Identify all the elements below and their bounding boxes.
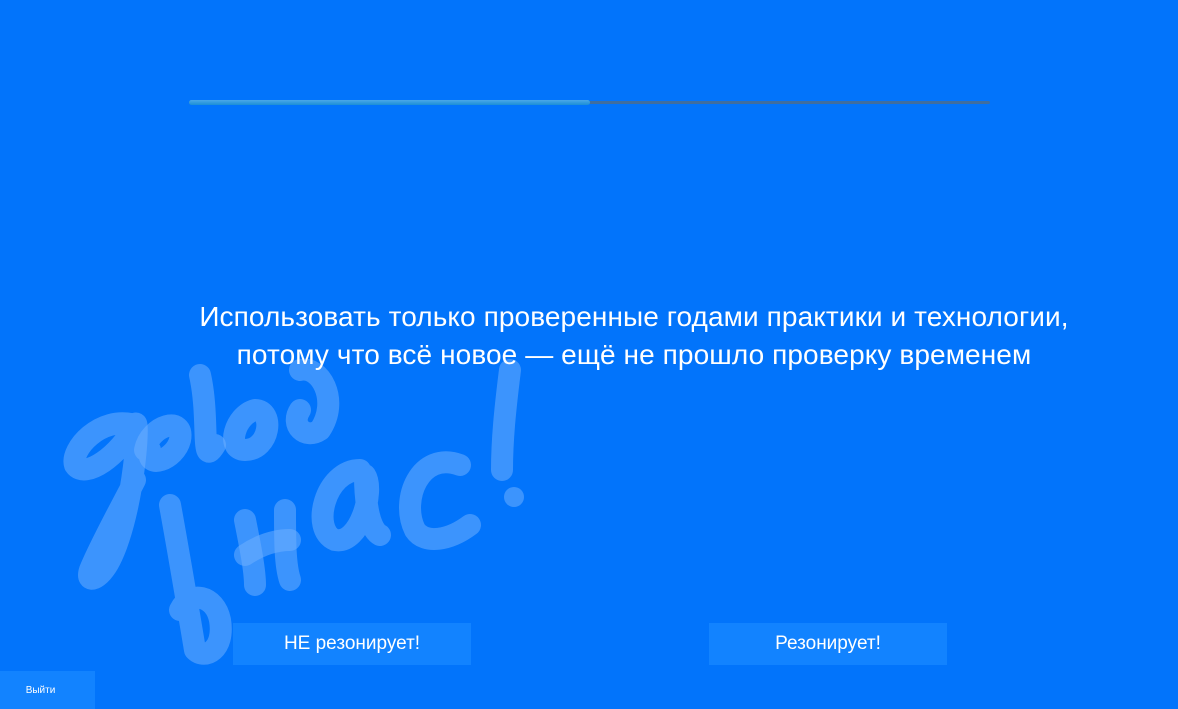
not-resonates-button[interactable]: НЕ резонирует! [233,623,471,665]
progress-bar [189,100,990,105]
progress-bar-fill [189,100,590,105]
resonates-button[interactable]: Резонирует! [709,623,947,665]
statement-line-1: Использовать только проверенные годами п… [199,301,1069,332]
statement-line-2: потому что всё новое — ещё не прошло про… [236,339,1032,370]
statement-text: Использовать только проверенные годами п… [120,298,1148,374]
exit-button-label: Выйти [25,684,56,696]
exit-button[interactable]: Выйти [0,671,95,709]
